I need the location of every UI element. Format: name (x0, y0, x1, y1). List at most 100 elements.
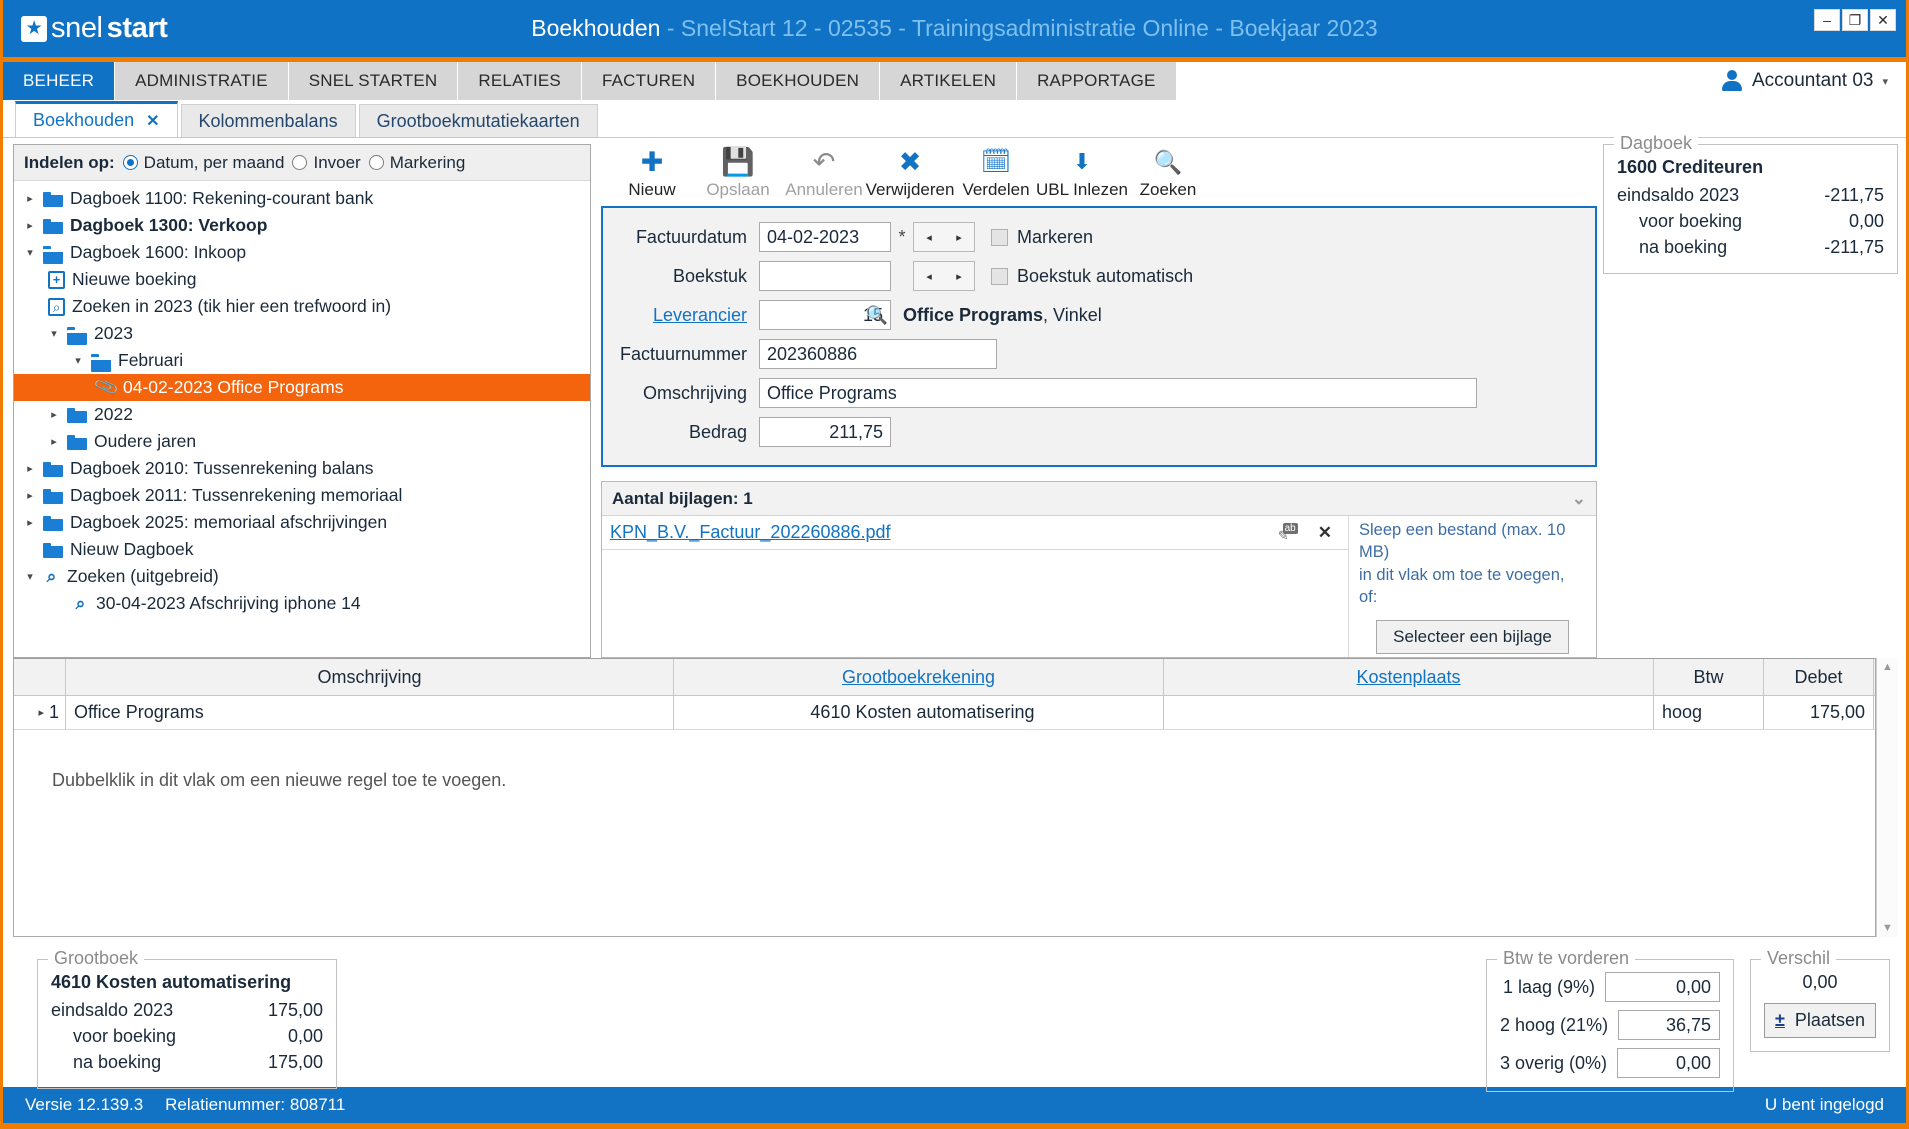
table-row[interactable]: ▸ 1 Office Programs 4610 Kosten automati… (14, 696, 1875, 730)
rename-icon[interactable]: ab ✎ (1276, 522, 1300, 543)
ribbon-tab-rapportage[interactable]: RAPPORTAGE (1017, 62, 1177, 100)
factuurnummer-input[interactable]: 202360886 (759, 339, 997, 369)
btw-laag-input[interactable]: 0,00 (1605, 972, 1720, 1002)
chevron-down-icon[interactable]: ▾ (48, 327, 60, 340)
btw-hoog-input[interactable]: 36,75 (1618, 1010, 1720, 1040)
cell-debet[interactable]: 175,00 (1764, 696, 1874, 729)
close-icon[interactable]: ✕ (1310, 523, 1340, 543)
close-icon[interactable]: ✕ (146, 111, 159, 131)
factuurdatum-input[interactable]: 04-02-2023 (759, 222, 891, 252)
radio-markering[interactable]: Markering (368, 153, 465, 173)
attachment-dropzone[interactable]: Sleep een bestand (max. 10 MB) in dit vl… (1348, 516, 1596, 657)
tree-node-booking-selected[interactable]: 📎 04-02-2023 Office Programs (14, 374, 590, 401)
leverancier-search-icon[interactable]: 🔍 (865, 305, 889, 326)
btw-overig-input[interactable]: 0,00 (1617, 1048, 1720, 1078)
close-button[interactable]: ✕ (1870, 9, 1896, 31)
tree-node-dagboek-2010[interactable]: ▸ Dagboek 2010: Tussenrekening balans (14, 455, 590, 482)
tab-kolommenbalans[interactable]: Kolommenbalans (180, 104, 356, 137)
row-value: -211,75 (1824, 237, 1884, 257)
tree-node-dagboek-1600[interactable]: ▾ Dagboek 1600: Inkoop (14, 239, 590, 266)
stepper-next-icon[interactable]: ▸ (944, 262, 974, 290)
ribbon-tab-boekhouden[interactable]: BOEKHOUDEN (716, 62, 881, 100)
tree-node-oudere-jaren[interactable]: ▸ Oudere jaren (14, 428, 590, 455)
tree-node-2023[interactable]: ▾ 2023 (14, 320, 590, 347)
chevron-right-icon[interactable]: ▸ (24, 219, 36, 232)
grid-header-omschrijving[interactable]: Omschrijving (66, 659, 674, 695)
chevron-right-icon[interactable]: ▸ (24, 489, 36, 502)
tree-node-dagboek-2025[interactable]: ▸ Dagboek 2025: memoriaal afschrijvingen (14, 509, 590, 536)
tree-node-zoeken-2023[interactable]: Zoeken in 2023 (tik hier een trefwoord i… (14, 293, 590, 320)
folder-icon (67, 407, 87, 423)
radio-invoer[interactable]: Invoer (292, 153, 361, 173)
tree-node-2022[interactable]: ▸ 2022 (14, 401, 590, 428)
chevron-right-icon[interactable]: ▸ (48, 408, 60, 421)
markeren-checkbox[interactable]: Markeren (991, 227, 1093, 248)
dagboek-group-title: Dagboek (1614, 133, 1699, 154)
cancel-button[interactable]: ↶ Annuleren (781, 144, 867, 200)
grid-empty-hint[interactable]: Dubbelklik in dit vlak om een nieuwe reg… (14, 730, 1875, 936)
plaatsen-button[interactable]: ± Plaatsen (1764, 1003, 1876, 1038)
chevron-right-icon[interactable]: ▸ (48, 435, 60, 448)
stepper-prev-icon[interactable]: ◂ (914, 262, 944, 290)
attachment-link[interactable]: KPN_B.V._Factuur_202260886.pdf (610, 522, 891, 543)
tree-node-dagboek-2011[interactable]: ▸ Dagboek 2011: Tussenrekening memoriaal (14, 482, 590, 509)
chevron-right-icon[interactable]: ▸ (24, 516, 36, 529)
tree-node-label: Dagboek 1100: Rekening-courant bank (70, 188, 374, 208)
grid-header-kostenplaats[interactable]: Kostenplaats (1164, 659, 1654, 695)
minimize-button[interactable]: – (1814, 9, 1840, 31)
ribbon-tab-administratie[interactable]: ADMINISTRATIE (115, 62, 289, 100)
attachment-list: KPN_B.V._Factuur_202260886.pdf ab ✎ ✕ (602, 516, 1348, 657)
ribbon-tab-beheer[interactable]: BEHEER (3, 62, 116, 100)
cell-btw[interactable]: hoog (1654, 696, 1764, 729)
boekstuk-auto-checkbox[interactable]: Boekstuk automatisch (991, 266, 1193, 287)
tree-node-februari[interactable]: ▾ Februari (14, 347, 590, 374)
tree-node-dagboek-1300[interactable]: ▸ Dagboek 1300: Verkoop (14, 212, 590, 239)
cell-kostenplaats[interactable] (1164, 696, 1654, 729)
leverancier-link[interactable]: Leverancier (619, 305, 759, 326)
chevron-down-icon[interactable]: ▾ (72, 354, 84, 367)
cell-omschrijving[interactable]: Office Programs (66, 696, 674, 729)
ribbon-tab-relaties[interactable]: RELATIES (458, 62, 582, 100)
restore-button[interactable]: ❐ (1842, 9, 1868, 31)
radio-datum-per-maand[interactable]: Datum, per maand (122, 153, 284, 173)
tree-node-nieuw-dagboek[interactable]: Nieuw Dagboek (14, 536, 590, 563)
grid-header-grootboekrekening[interactable]: Grootboekrekening (674, 659, 1164, 695)
new-button[interactable]: ✚ Nieuw (609, 144, 695, 200)
grid-header-debet[interactable]: Debet (1764, 659, 1874, 695)
chevron-down-icon[interactable]: ▾ (24, 570, 36, 583)
scroll-down-icon[interactable]: ▼ (1882, 922, 1893, 934)
tab-grootboekmutatiekaarten[interactable]: Grootboekmutatiekaarten (358, 104, 598, 137)
stepper-prev-icon[interactable]: ◂ (914, 223, 944, 251)
folder-icon (43, 218, 63, 234)
chevron-down-icon[interactable]: ▾ (24, 246, 36, 259)
omschrijving-input[interactable]: Office Programs (759, 378, 1477, 408)
select-attachment-button[interactable]: Selecteer een bijlage (1376, 620, 1569, 655)
chevron-right-icon[interactable]: ▸ (24, 192, 36, 205)
ribbon-tab-facturen[interactable]: FACTUREN (581, 62, 717, 100)
boekstuk-input[interactable] (759, 261, 891, 291)
tree-node-zoeken-uitgebreid[interactable]: ▾ ⌕ Zoeken (uitgebreid) (14, 563, 590, 590)
search-button[interactable]: 🔍 Zoeken (1125, 144, 1211, 200)
chevron-right-icon[interactable]: ▸ (38, 706, 44, 719)
tab-boekhouden[interactable]: Boekhouden ✕ (15, 101, 178, 137)
boekstuk-stepper[interactable]: ◂ ▸ (913, 261, 975, 291)
tree-node-dagboek-1100[interactable]: ▸ Dagboek 1100: Rekening-courant bank (14, 185, 590, 212)
scroll-up-icon[interactable]: ▲ (1882, 661, 1893, 673)
distribute-button[interactable]: 🗓 Verdelen (953, 144, 1039, 200)
delete-button[interactable]: ✖ Verwijderen (866, 144, 955, 200)
grid-header-btw[interactable]: Btw (1654, 659, 1764, 695)
bedrag-input[interactable]: 211,75 (759, 417, 891, 447)
chevron-down-icon[interactable]: ⌄ (1572, 489, 1586, 509)
ribbon-tab-snel-starten[interactable]: SNEL STARTEN (288, 62, 459, 100)
factuurdatum-stepper[interactable]: ◂ ▸ (913, 222, 975, 252)
grid-vertical-scrollbar[interactable]: ▲ ▼ (1876, 658, 1898, 937)
save-button[interactable]: 💾 Opslaan (695, 144, 781, 200)
stepper-next-icon[interactable]: ▸ (944, 223, 974, 251)
tree-node-afschrijving-iphone[interactable]: ⌕ 30-04-2023 Afschrijving iphone 14 (14, 590, 590, 617)
ubl-import-button[interactable]: ⬇ UBL Inlezen (1036, 144, 1128, 200)
ribbon-tab-artikelen[interactable]: ARTIKELEN (880, 62, 1018, 100)
chevron-right-icon[interactable]: ▸ (24, 462, 36, 475)
tree-node-nieuwe-boeking[interactable]: Nieuwe boeking (14, 266, 590, 293)
account-menu[interactable]: Accountant 03 ▾ (1721, 62, 1888, 100)
cell-grootboekrekening[interactable]: 4610 Kosten automatisering (674, 696, 1164, 729)
